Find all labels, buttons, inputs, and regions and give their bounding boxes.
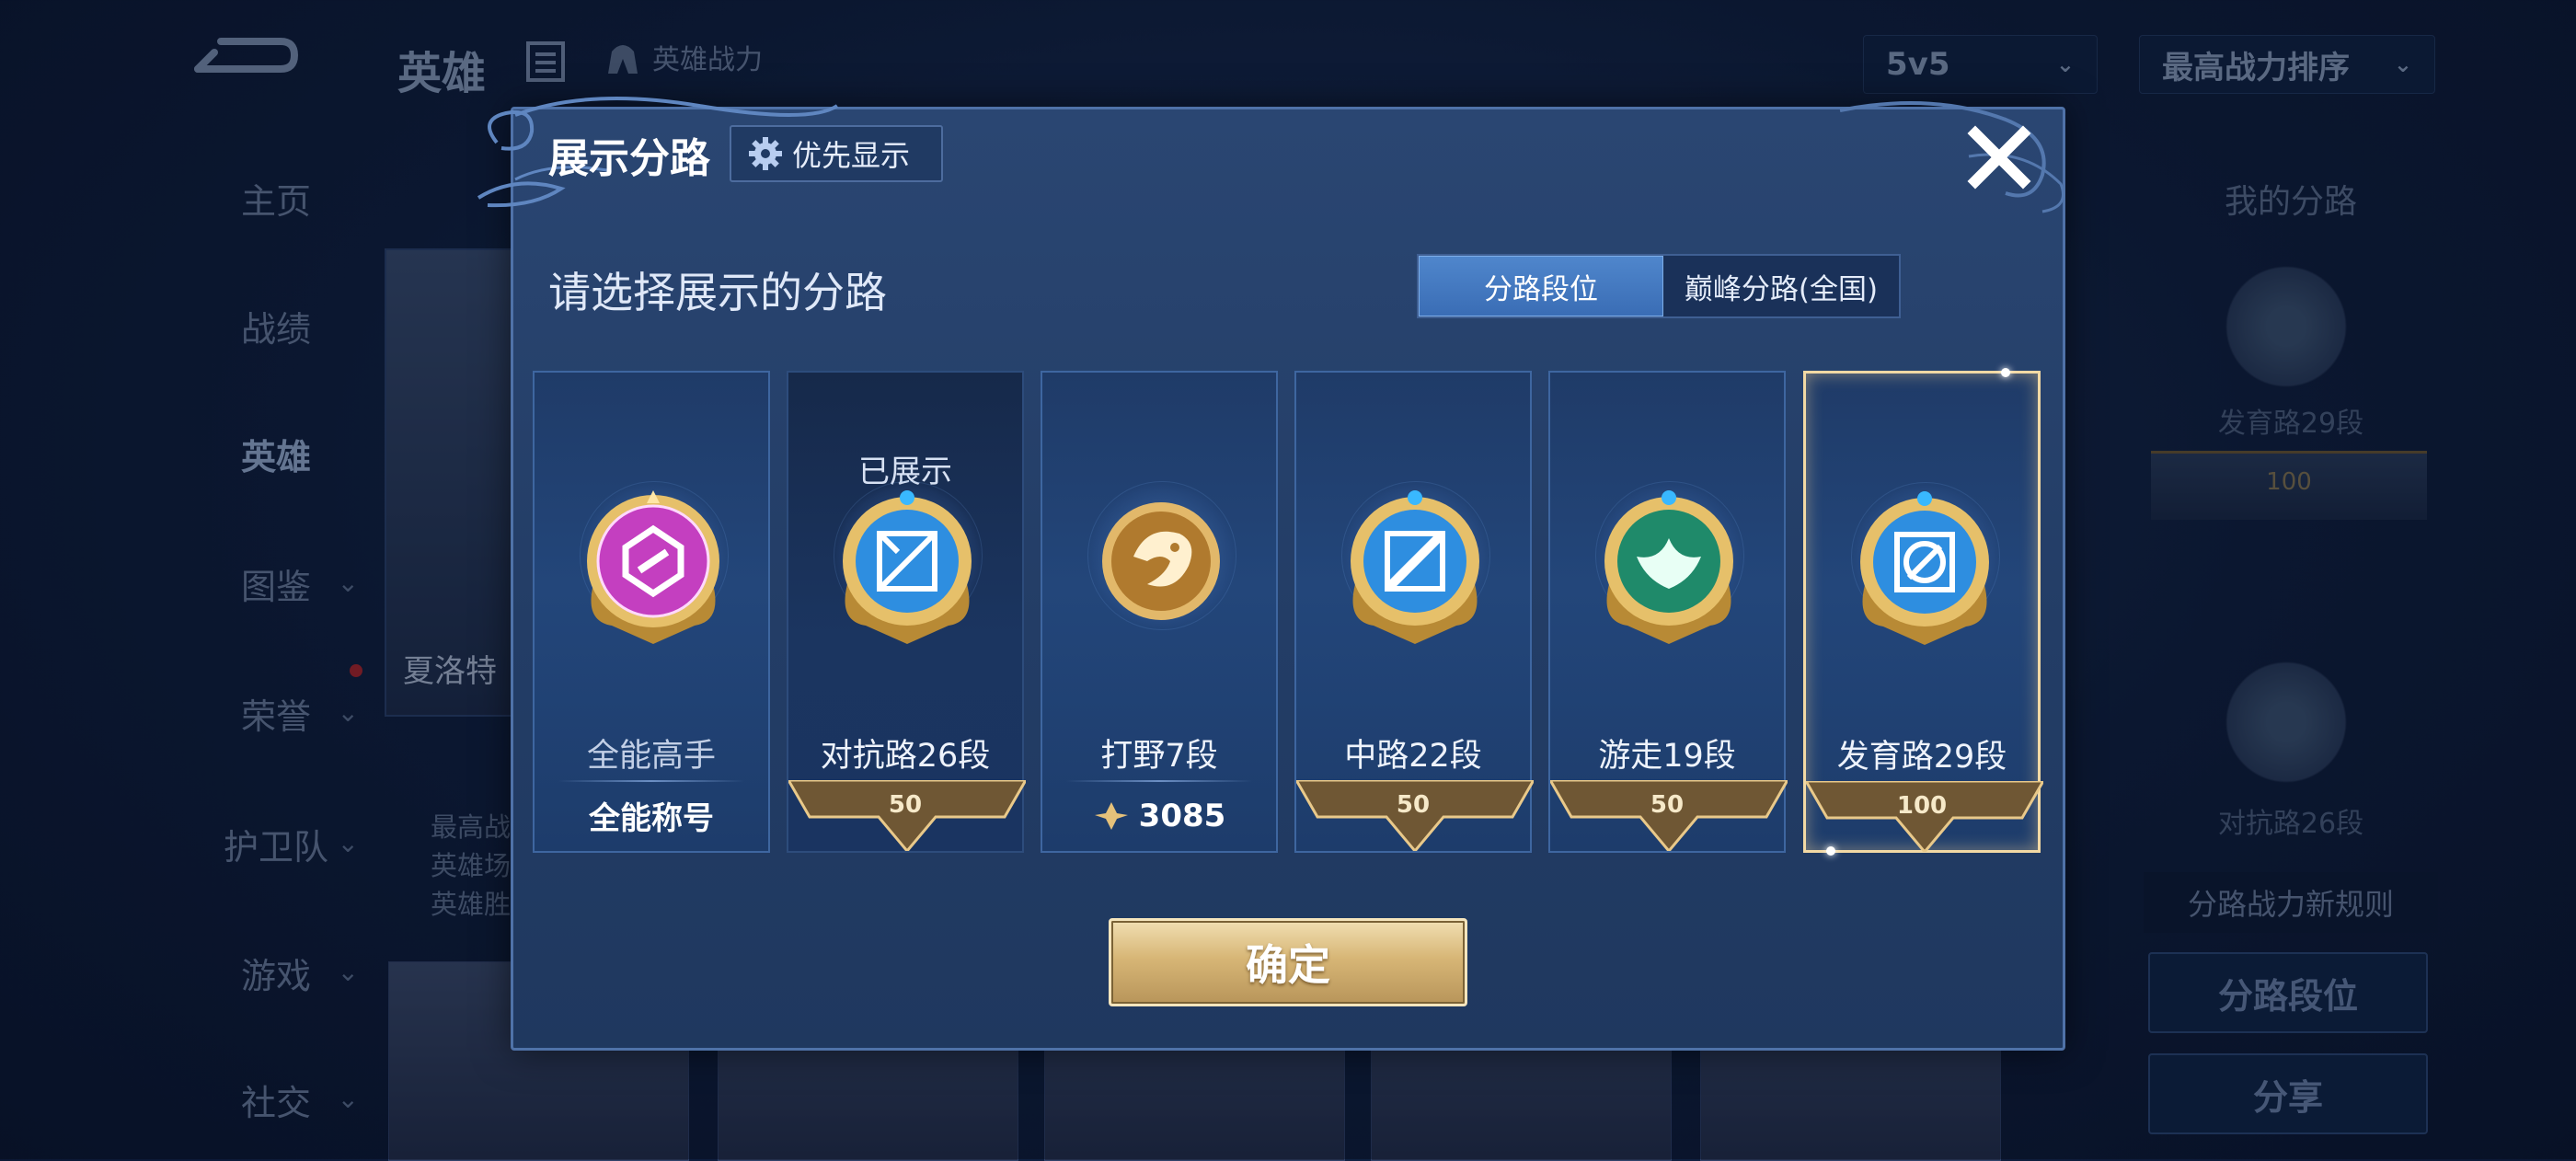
selection-sparkle [2001,368,2010,377]
close-icon[interactable] [1962,121,2036,194]
lane-card-farm[interactable]: 发育路29段 100 [1803,368,2043,856]
lane-name: 发育路29段 [1836,739,2007,776]
roam-medal-icon [1604,490,1733,644]
rank-badge: 50 [1650,791,1685,819]
lane-card-roam[interactable]: 游走19段 50 [1548,371,1788,853]
allround-medal-icon [587,490,719,644]
priority-display-button[interactable]: 优先显示 [730,125,943,182]
lane-footer: 全能称号 [589,800,714,837]
power-icon [1094,801,1128,830]
clash-lane-medal-icon [843,490,972,644]
rank-badge: 50 [888,791,923,819]
selection-sparkle [1826,846,1835,856]
lane-name: 打野7段 [1100,738,1218,775]
gear-icon [749,137,782,170]
lane-card-allround[interactable]: 全能高手 全能称号 [533,371,770,853]
lane-mode-tabs: 分路段位 巅峰分路(全国) [1417,254,1901,318]
lane-card-jungle[interactable]: 打野7段 3085 [1041,371,1278,853]
lane-name: 中路22段 [1344,738,1482,775]
modal-subtitle: 请选择展示的分路 [548,268,887,317]
tab-lane-rank[interactable]: 分路段位 [1419,256,1663,316]
priority-display-label: 优先显示 [792,138,911,173]
lane-name: 全能高手 [586,738,716,775]
lane-card-clash[interactable]: 已展示 对抗路26段 50 [787,371,1026,853]
farm-lane-medal-icon [1860,491,1989,645]
rank-badge: 50 [1396,791,1431,819]
modal-title: 展示分路 [548,135,710,182]
lane-name: 游走19段 [1598,738,1736,775]
mid-lane-medal-icon [1351,490,1479,644]
jungle-medal-icon [1102,502,1220,620]
tab-peak-lane[interactable]: 巅峰分路(全国) [1663,256,1899,316]
rank-badge: 100 [1896,792,1948,820]
lane-power-value: 3085 [1138,797,1226,834]
confirm-button[interactable]: 确定 [1109,918,1467,1006]
lane-name: 对抗路26段 [820,738,991,775]
lane-card-mid[interactable]: 中路22段 50 [1294,371,1534,853]
lane-power: 3085 [1042,780,1276,851]
cloud-ornament [1839,101,2064,213]
